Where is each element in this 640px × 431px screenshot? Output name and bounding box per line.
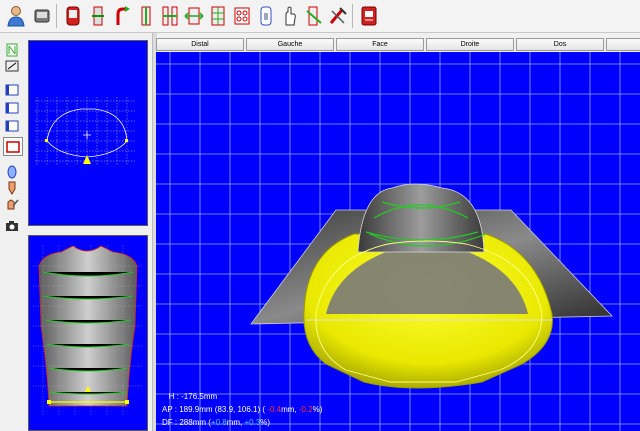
front-view-panel[interactable] [28, 235, 148, 431]
resize-icon[interactable] [182, 3, 206, 28]
grid-shape-icon[interactable] [206, 3, 230, 28]
camera-icon[interactable] [3, 217, 21, 234]
slice-icon[interactable] [278, 3, 302, 28]
h-measure: H : -176.5mm [168, 392, 218, 401]
torso-icon[interactable] [3, 179, 21, 196]
hand-icon[interactable] [254, 3, 278, 28]
left-toolbar [0, 33, 24, 431]
tab-distal[interactable]: Distal [156, 38, 244, 51]
tab-face[interactable]: Face [336, 38, 424, 51]
view-small-1-icon[interactable] [3, 81, 21, 98]
view-red-icon[interactable] [3, 137, 23, 156]
view-small-2-icon[interactable] [3, 99, 21, 116]
df-measure: DF : 288mm (+0.8mm, +0.3%) [162, 418, 271, 427]
measurement-readout: H : -176.5mm AP : 189.9mm (83.9, 106.1) … [162, 390, 322, 429]
ap-measure: AP : 189.9mm (83.9, 106.1) ( -0.4mm, -0.… [162, 405, 323, 414]
socket-icon[interactable] [61, 3, 85, 28]
tools-icon[interactable] [302, 3, 326, 28]
view-small-3-icon[interactable] [3, 117, 21, 134]
section-marker [83, 155, 91, 164]
pillars-icon[interactable] [158, 3, 182, 28]
tab-extra[interactable] [606, 38, 640, 51]
tab-droite[interactable]: Droite [426, 38, 514, 51]
export-icon[interactable] [326, 3, 350, 28]
pencil-hand-icon[interactable] [3, 195, 21, 212]
erase-icon[interactable] [3, 57, 21, 74]
view-tabs: Distal Gauche Face Droite Dos [156, 38, 640, 52]
section-view-panel[interactable] [28, 40, 148, 226]
patient-icon[interactable] [4, 3, 28, 28]
3d-viewport[interactable]: H : -176.5mm AP : 189.9mm (83.9, 106.1) … [156, 52, 640, 431]
main-toolbar [0, 0, 640, 33]
socket-top [357, 183, 485, 253]
column-icon[interactable] [134, 3, 158, 28]
scanner-icon[interactable] [30, 3, 54, 28]
rectify-icon[interactable] [230, 3, 254, 28]
new-section-icon[interactable] [3, 41, 21, 58]
cylinder-icon[interactable] [3, 163, 21, 180]
report-icon[interactable] [357, 3, 381, 28]
cut-icon[interactable] [86, 3, 110, 28]
tab-dos[interactable]: Dos [516, 38, 604, 51]
arrow-socket-icon[interactable] [110, 3, 134, 28]
tab-gauche[interactable]: Gauche [246, 38, 334, 51]
